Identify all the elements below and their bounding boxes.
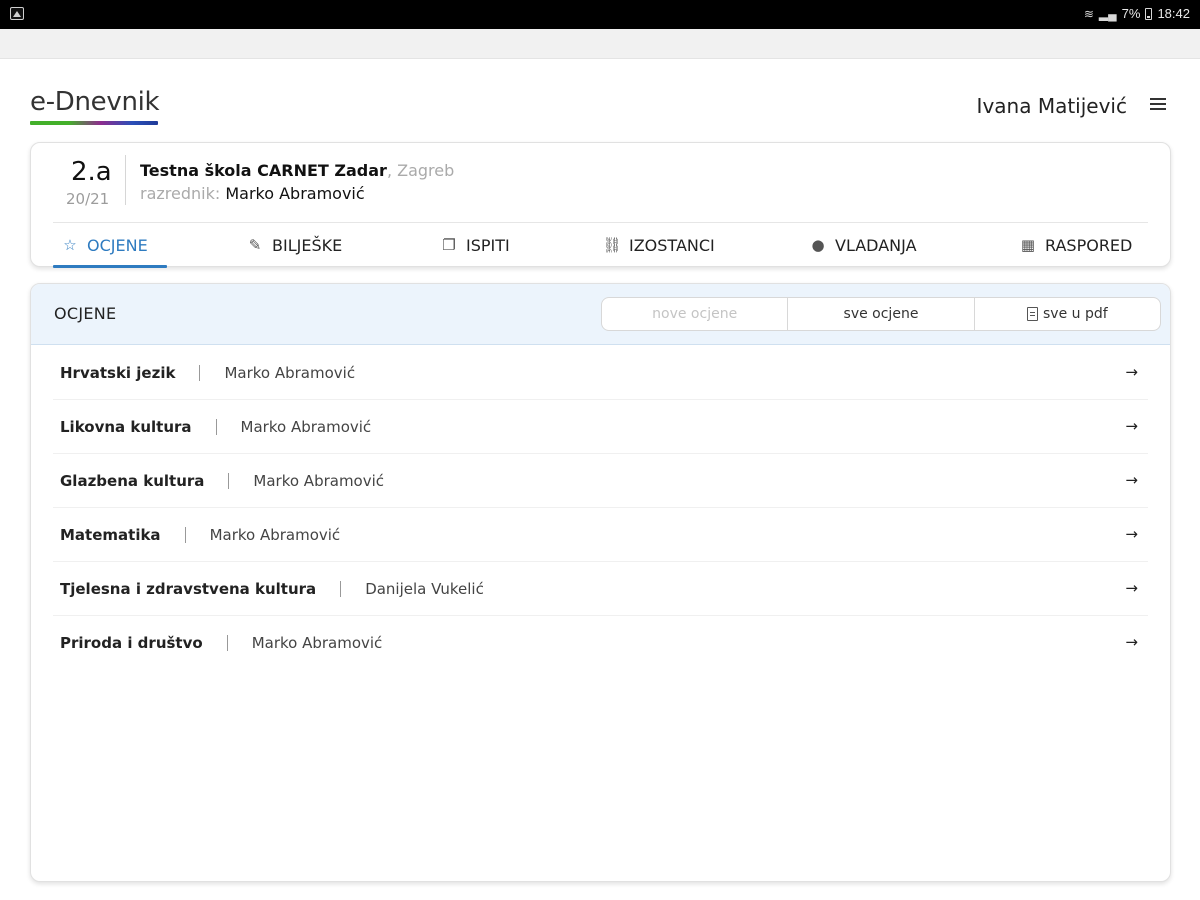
subject-teacher: Marko Abramović xyxy=(240,417,372,436)
school-name: Testna škola CARNET Zadar xyxy=(140,161,387,180)
subject-teacher: Marko Abramović xyxy=(209,525,341,544)
panel-title: OCJENE xyxy=(54,304,117,323)
school-city: , Zagreb xyxy=(386,161,455,180)
subject-row[interactable]: Glazbena kultura Marko Abramović → xyxy=(53,454,1148,508)
all-grades-button[interactable]: sve ocjene xyxy=(788,298,975,330)
arrow-right-icon[interactable]: → xyxy=(1125,363,1138,381)
calendar-icon: ▦ xyxy=(1020,236,1036,254)
subject-teacher: Marko Abramović xyxy=(253,471,385,490)
subject-teacher: Marko Abramović xyxy=(251,634,383,652)
teacher-prefix: razrednik: xyxy=(140,184,226,203)
subject-row[interactable]: Hrvatski jezik Marko Abramović → xyxy=(53,346,1148,400)
grades-panel: OCJENE nove ocjene sve ocjene sve u pdf … xyxy=(30,283,1171,882)
subject-name: Priroda i društvo xyxy=(60,634,203,652)
panel-header: OCJENE nove ocjene sve ocjene sve u pdf xyxy=(31,284,1170,345)
separator xyxy=(184,526,186,543)
arrow-right-icon[interactable]: → xyxy=(1125,525,1138,543)
school-info: Testna škola CARNET Zadar, Zagreb xyxy=(140,161,454,180)
subject-name: Likovna kultura xyxy=(60,417,192,436)
battery-icon xyxy=(1145,7,1153,20)
grade-filter-group: nove ocjene sve ocjene sve u pdf xyxy=(601,297,1161,331)
tab-ocjene[interactable]: ☆ OCJENE xyxy=(53,223,167,268)
link-icon: ⛓ xyxy=(602,236,622,254)
class-card: 2.a 20/21 Testna škola CARNET Zadar, Zag… xyxy=(30,142,1171,268)
tab-label: ISPITI xyxy=(466,235,510,255)
class-teacher: razrednik: Marko Abramović xyxy=(140,184,365,203)
separator xyxy=(340,580,342,597)
subject-row[interactable]: Tjelesna i zdravstvena kultura Danijela … xyxy=(53,562,1148,616)
subject-name: Matematika xyxy=(60,525,161,544)
divider xyxy=(125,155,126,205)
class-name: 2.a xyxy=(71,157,112,187)
subject-name: Hrvatski jezik xyxy=(60,363,176,382)
tab-vladanja[interactable]: ● VLADANJA xyxy=(809,223,917,267)
export-pdf-button[interactable]: sve u pdf xyxy=(975,298,1160,330)
subject-teacher: Marko Abramović xyxy=(224,363,356,382)
active-tab-indicator xyxy=(53,265,167,268)
signal-icon: ▂▄ xyxy=(1098,6,1117,21)
tab-label: IZOSTANCI xyxy=(629,235,715,255)
hamburger-menu-icon[interactable] xyxy=(1150,98,1166,112)
arrow-right-icon[interactable]: → xyxy=(1125,471,1138,489)
tab-label: RASPORED xyxy=(1045,235,1133,255)
info-icon: ● xyxy=(811,236,825,254)
subject-list: Hrvatski jezik Marko Abramović → Likovna… xyxy=(53,346,1148,670)
tab-label: BILJEŠKE xyxy=(272,235,343,255)
battery-percent: 7% xyxy=(1121,6,1141,21)
user-name[interactable]: Ivana Matijević xyxy=(977,94,1127,118)
tab-biljeske[interactable]: ✎ BILJEŠKE xyxy=(246,223,343,267)
export-pdf-label: sve u pdf xyxy=(1042,306,1108,322)
app-logo[interactable]: e-Dnevnik xyxy=(30,87,160,117)
teacher-name: Marko Abramović xyxy=(225,184,365,203)
school-year: 20/21 xyxy=(66,190,110,208)
subject-name: Glazbena kultura xyxy=(60,471,205,490)
separator xyxy=(228,472,230,489)
tab-bar: ☆ OCJENE ✎ BILJEŠKE ❐ ISPITI ⛓ IZOSTANCI… xyxy=(53,223,1148,268)
wifi-icon: ≋ xyxy=(1083,6,1094,21)
status-bar-right: ≋ ▂▄ 7% 18:42 xyxy=(1084,6,1190,21)
subject-name: Tjelesna i zdravstvena kultura xyxy=(60,579,317,598)
edit-icon: ✎ xyxy=(248,236,262,254)
arrow-right-icon[interactable]: → xyxy=(1125,633,1138,651)
new-grades-button[interactable]: nove ocjene xyxy=(602,298,789,330)
separator xyxy=(215,418,217,435)
tab-raspored[interactable]: ▦ RASPORED xyxy=(1019,223,1132,267)
tab-ispiti[interactable]: ❐ ISPITI xyxy=(440,223,510,267)
logo-underline xyxy=(30,121,158,125)
copy-icon: ❐ xyxy=(442,236,456,254)
tab-izostanci[interactable]: ⛓ IZOSTANCI xyxy=(602,223,715,267)
browser-toolbar xyxy=(0,29,1200,59)
image-notification-icon xyxy=(10,7,24,20)
separator xyxy=(199,364,201,381)
subject-row[interactable]: Matematika Marko Abramović → xyxy=(53,508,1148,562)
subject-row[interactable]: Likovna kultura Marko Abramović → xyxy=(53,400,1148,454)
arrow-right-icon[interactable]: → xyxy=(1125,417,1138,435)
tab-label: OCJENE xyxy=(87,235,148,255)
tab-label: VLADANJA xyxy=(835,235,917,255)
clock: 18:42 xyxy=(1157,6,1190,21)
status-bar: ≋ ▂▄ 7% 18:42 xyxy=(0,0,1200,29)
pdf-icon xyxy=(1026,307,1038,321)
arrow-right-icon[interactable]: → xyxy=(1125,579,1138,597)
subject-row[interactable]: Priroda i društvo Marko Abramović → xyxy=(53,616,1148,670)
star-icon: ☆ xyxy=(63,236,77,254)
separator xyxy=(226,635,228,651)
subject-teacher: Danijela Vukelić xyxy=(365,579,484,598)
